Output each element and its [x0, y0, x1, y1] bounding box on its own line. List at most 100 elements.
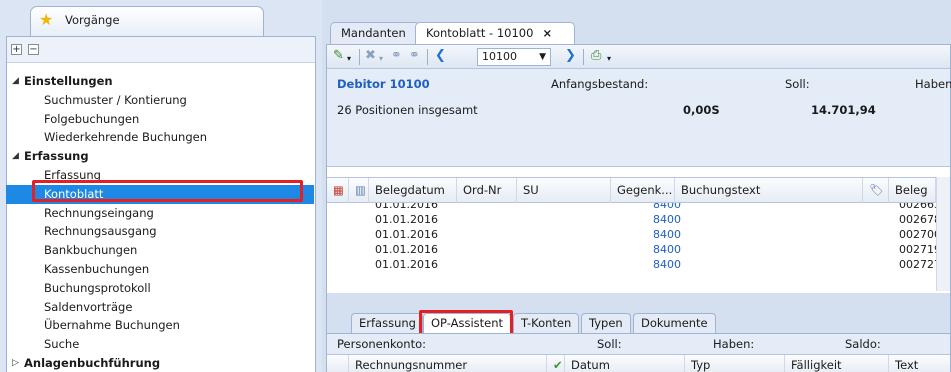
anfangsbestand-label: Anfangsbestand: [551, 77, 649, 91]
chevron-down-icon[interactable]: ▼ [539, 49, 546, 65]
tab-label: Dokumente [641, 316, 708, 330]
tree-item-label: Übernahme Buchungen [44, 318, 180, 333]
close-icon[interactable]: × [542, 26, 552, 40]
column-header-gegenkonto[interactable]: Gegenk... [611, 178, 675, 203]
chevron-down-icon[interactable]: ▾ [347, 51, 351, 67]
column-header-typ[interactable]: Typ [685, 355, 785, 372]
column-chooser-icon[interactable]: ▦ [327, 178, 349, 203]
tree-item-label: Rechnungsausgang [44, 224, 157, 239]
personenkonto-label: Personenkonto: [337, 337, 427, 351]
op-saldo-label: Saldo: [845, 337, 881, 351]
tree-item-label: Buchungsprotokoll [44, 280, 151, 295]
tree-item-buchungsprotokoll[interactable]: Buchungsprotokoll [6, 279, 314, 298]
cell-date: 01.01.2016 [375, 258, 438, 271]
cell-beleg: 002727 [899, 258, 941, 271]
chevron-down-icon[interactable]: ▾ [607, 51, 611, 67]
tree-item-wiederkehrende-buchungen[interactable]: Wiederkehrende Buchungen [6, 128, 314, 147]
vorgaenge-tab[interactable]: ★ Vorgänge [30, 6, 264, 36]
column-header-buchungstext[interactable]: Buchungstext [675, 178, 863, 203]
print-icon[interactable]: ⎙ [591, 48, 601, 64]
tab-dokumente[interactable]: Dokumente [633, 313, 716, 333]
table-row[interactable]: 01.01.2016 8400 002678 [327, 212, 950, 227]
expanded-arrow-icon[interactable]: ◢ [12, 72, 19, 91]
collapse-all-icon[interactable]: − [28, 44, 39, 55]
delete-icon[interactable]: ✖ [365, 48, 376, 64]
tab-t-konten[interactable]: T-Konten [513, 313, 580, 333]
expand-all-icon[interactable]: + [11, 44, 22, 55]
soll-value: 14.701,94 [811, 103, 876, 117]
tree-toolbar: + − [7, 37, 315, 63]
highlight-box-kontoblatt [32, 180, 303, 202]
column-header-datum[interactable]: Datum [565, 355, 685, 372]
op-haben-label: Haben: [713, 337, 755, 351]
tree-group-anlagenbuchfuehrung[interactable]: ▷ Anlagenbuchführung [6, 354, 314, 372]
tree-item-label: Folgebuchungen [44, 111, 140, 126]
cell-gegenkonto[interactable]: 8400 [653, 242, 681, 257]
edit-pencil-icon[interactable]: ✎ [333, 48, 344, 64]
chevron-down-icon[interactable]: ▾ [379, 51, 383, 67]
tree-item-rechnungseingang[interactable]: Rechnungseingang [6, 204, 314, 223]
grid-scrollbar[interactable] [936, 177, 950, 291]
expanded-arrow-icon[interactable]: ◢ [12, 147, 19, 166]
tree-item-label: Rechnungseingang [44, 205, 154, 220]
column-header-su[interactable]: SU [517, 178, 611, 203]
document-area: Mandanten Kontoblatt - 10100 × ✎ ▾ ✖ ▾ ⚭ … [322, 0, 951, 372]
column-header-belegdatum[interactable]: Belegdatum [369, 178, 457, 203]
tree-item-bankbuchungen[interactable]: Bankbuchungen [6, 241, 314, 260]
op-soll-label: Soll: [597, 337, 622, 351]
table-row[interactable]: 01.01.2016 8400 002663 [327, 203, 950, 212]
account-combo[interactable]: 10100 ▼ [477, 48, 551, 66]
column-header-faelligkeit[interactable]: Fälligkeit [785, 355, 889, 372]
toolbar-separator [583, 49, 584, 65]
tree-group-einstellungen[interactable]: ◢ Einstellungen [6, 72, 314, 91]
cell-beleg: 002678 [899, 213, 941, 226]
cell-beleg: 002719 [899, 243, 941, 256]
tree-item-rechnungsausgang[interactable]: Rechnungsausgang [6, 222, 314, 241]
cell-gegenkonto[interactable]: 8400 [653, 227, 681, 242]
tree-item-suche[interactable]: Suche [6, 335, 314, 354]
table-row[interactable]: 01.01.2016 8400 002700 [327, 227, 950, 242]
tree-group-label: Erfassung [24, 149, 89, 164]
tree-item-suchmuster[interactable]: Suchmuster / Kontierung [6, 91, 314, 110]
cell-gegenkonto[interactable]: 8400 [653, 212, 681, 227]
cell-beleg: 002700 [899, 228, 941, 241]
column-header-rechnungsnummer[interactable]: Rechnungsnummer [349, 355, 547, 372]
tree-item-saldenvortraege[interactable]: Saldenvorträge [6, 298, 314, 317]
column-header-beleg[interactable]: Beleg [889, 178, 936, 203]
previous-account-icon[interactable]: ❮ [435, 48, 446, 64]
detail-area: Erfassung OP-Assistent T-Konten Typen Do… [327, 293, 950, 372]
link-icon[interactable]: ⚭ [391, 48, 402, 64]
unlink-icon[interactable]: ⚭ [409, 48, 420, 64]
tree-view: ◢ Einstellungen Suchmuster / Kontierung … [6, 72, 314, 372]
cell-beleg: 002663 [899, 203, 941, 211]
tab-erfassung[interactable]: Erfassung [351, 313, 423, 333]
next-account-icon[interactable]: ❯ [565, 48, 576, 64]
table-row[interactable]: 01.01.2016 8400 002727 [327, 257, 950, 272]
toolbar: ✎ ▾ ✖ ▾ ⚭ ⚭ ❮ 10100 ▼ ❯ ⎙ ▾ [327, 45, 950, 69]
table-row[interactable]: 01.01.2016 8400 002719 [327, 242, 950, 257]
account-combo-value: 10100 [482, 50, 517, 63]
tree-item-label: Wiederkehrende Buchungen [44, 130, 208, 145]
tree-group-label: Einstellungen [24, 74, 113, 88]
cell-gegenkonto[interactable]: 8400 [653, 257, 681, 272]
cell-gegenkonto[interactable]: 8400 [653, 203, 681, 212]
tab-kontoblatt[interactable]: Kontoblatt - 10100 × [415, 22, 575, 44]
tab-label: Kontoblatt - 10100 [426, 26, 534, 40]
column-header-ord-nr[interactable]: Ord-Nr [457, 178, 517, 203]
tree-item-folgebuchungen[interactable]: Folgebuchungen [6, 110, 314, 129]
column-header-text[interactable]: Text [889, 355, 950, 372]
tree-item-kassenbuchungen[interactable]: Kassenbuchungen [6, 260, 314, 279]
tree-item-label: Suchmuster / Kontierung [44, 92, 187, 107]
tree-item-label: Saldenvorträge [44, 299, 133, 314]
tab-mandanten[interactable]: Mandanten [330, 22, 420, 44]
op-assistent-panel: Personenkonto: Soll: Haben: Saldo: Rechn… [327, 333, 950, 372]
tree-item-uebernahme-buchungen[interactable]: Übernahme Buchungen [6, 316, 314, 335]
checkmark-icon[interactable]: ✔ [547, 355, 565, 372]
attachment-column-icon[interactable]: ▥ [349, 178, 369, 203]
tree-group-erfassung[interactable]: ◢ Erfassung [6, 147, 314, 166]
star-icon: ★ [39, 10, 54, 29]
tag-icon[interactable]: 🏷 [863, 178, 889, 203]
collapsed-arrow-icon[interactable]: ▷ [12, 354, 19, 372]
tab-typen[interactable]: Typen [581, 313, 631, 333]
toolbar-separator [359, 49, 360, 65]
